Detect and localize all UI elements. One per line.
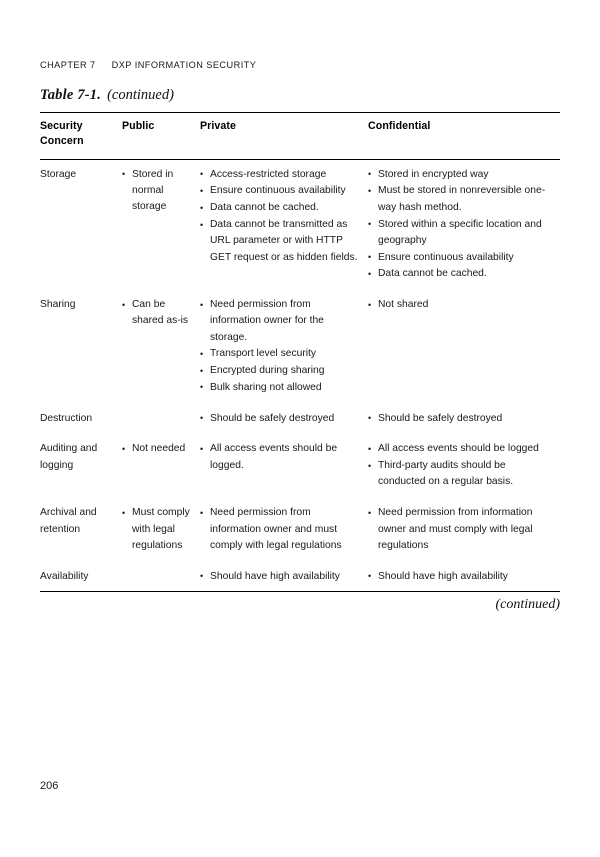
cell-private: Need permission from information owner f… xyxy=(200,290,368,404)
private-bullet-list: Need permission from information owner a… xyxy=(200,505,360,554)
table-caption: Table 7-1. (continued) xyxy=(40,87,174,104)
cell-public: Stored in normal storage xyxy=(122,159,200,290)
table-row: Sharing Can be shared as-isNeed permissio… xyxy=(40,290,560,404)
page-number: 206 xyxy=(40,780,59,792)
bullet-item: Transport level security xyxy=(200,346,360,362)
table-footer: (continued) xyxy=(40,597,560,623)
cell-security-concern: Destruction xyxy=(40,412,93,424)
private-bullet-list: Access-restricted storageEnsure continuo… xyxy=(200,166,360,266)
running-head: CHAPTER 7 DXP INFORMATION SECURITY xyxy=(40,60,256,70)
bullet-item: Should be safely destroyed xyxy=(200,410,360,427)
public-bullet-list: Can be shared as-is xyxy=(122,297,192,330)
public-bullet-list: Not needed xyxy=(122,441,192,457)
cell-security-concern: Availability xyxy=(40,561,122,593)
running-head-chapter: CHAPTER 7 xyxy=(40,60,96,70)
document-page: CHAPTER 7 DXP INFORMATION SECURITY Table … xyxy=(0,0,600,857)
cell-confidential: All access events should be loggedThird-… xyxy=(368,434,560,498)
bullet-item: Access-restricted storage xyxy=(200,166,360,183)
table-caption-continued: (continued) xyxy=(107,87,174,103)
cell-private: Should have high availability xyxy=(200,561,368,593)
bullet-item: Not needed xyxy=(122,441,192,457)
bullet-item: Must comply with legal regulations xyxy=(122,505,192,554)
bullet-item: Stored in normal storage xyxy=(122,166,192,216)
bullet-item: Encrypted during sharing xyxy=(200,363,360,379)
private-bullet-list: All access events should be logged. xyxy=(200,441,360,474)
column-header-security-concern: Security Concern xyxy=(40,112,122,160)
running-head-title: DXP INFORMATION SECURITY xyxy=(111,60,257,70)
cell-public: Must comply with legal regulations xyxy=(122,498,200,561)
cell-confidential: Should be safely destroyed xyxy=(368,404,560,435)
bullet-item: Ensure continuous availability xyxy=(368,249,552,266)
table-row: Auditing and logging Not needed All access… xyxy=(40,434,560,498)
bullet-item: Should be safely destroyed xyxy=(368,410,552,427)
bullet-item: Must be stored in nonreversible one-way … xyxy=(368,183,552,216)
private-bullet-list: Should be safely destroyed xyxy=(200,410,360,427)
bullet-item: Third-party audits should be conducted o… xyxy=(368,458,552,491)
table-row: Destruction Should be safely destroyed Sho… xyxy=(40,404,560,435)
column-header-security-concern-line2: Concern xyxy=(40,135,84,148)
security-concerns-table: Security Concern Public Private Confiden… xyxy=(40,112,560,593)
cell-confidential: Should have high availability xyxy=(368,561,560,593)
cell-confidential: Need permission from information owner a… xyxy=(368,498,560,561)
bullet-item: Data cannot be cached. xyxy=(368,266,552,282)
bullet-item: Need permission from information owner f… xyxy=(200,297,360,346)
column-header-confidential: Confidential xyxy=(368,112,560,160)
cell-private: All access events should be logged. xyxy=(200,434,368,498)
bullet-item: Should have high availability xyxy=(368,568,552,585)
bullet-item: Stored in encrypted way xyxy=(368,166,552,183)
table-header-row: Security Concern Public Private Confiden… xyxy=(40,112,560,160)
bullet-item: All access events should be logged. xyxy=(200,441,360,474)
bullet-item: Need permission from information owner a… xyxy=(368,505,552,554)
cell-public: Not needed xyxy=(122,434,200,498)
bullet-item: Ensure continuous availability xyxy=(200,183,360,199)
confidential-bullet-list: Need permission from information owner a… xyxy=(368,505,552,554)
private-bullet-list: Should have high availability xyxy=(200,568,360,585)
table-header: Security Concern Public Private Confiden… xyxy=(40,112,560,160)
bullet-item: Need permission from information owner a… xyxy=(200,505,360,554)
cell-security-concern: Storage xyxy=(40,168,77,180)
table-body: StorageStored in normal storageAccess-re… xyxy=(40,159,560,593)
table-caption-label: Table 7-1. xyxy=(40,87,102,103)
column-header-private: Private xyxy=(200,112,368,160)
public-bullet-list: Must comply with legal regulations xyxy=(122,505,192,554)
bullet-item: Bulk sharing not allowed xyxy=(200,379,360,396)
confidential-bullet-list: Not shared xyxy=(368,297,552,313)
bullet-item: Data cannot be cached. xyxy=(200,200,360,216)
public-bullet-list: Stored in normal storage xyxy=(122,166,192,216)
bullet-item: Data cannot be transmitted as URL parame… xyxy=(200,217,360,266)
column-header-public: Public xyxy=(122,112,200,160)
table-row: Archival and retention Must comply with l… xyxy=(40,498,560,561)
cell-security-concern: Auditing and logging xyxy=(40,443,98,471)
bullet-item: Can be shared as-is xyxy=(122,297,192,330)
table-row: StorageStored in normal storageAccess-re… xyxy=(40,159,560,290)
bullet-item: Stored within a specific location and ge… xyxy=(368,216,552,250)
cell-confidential: Stored in encrypted wayMust be stored in… xyxy=(368,159,560,290)
table-row: Availability Should have high availabilit… xyxy=(40,561,560,593)
cell-public xyxy=(122,561,200,593)
cell-private: Access-restricted storageEnsure continuo… xyxy=(200,159,368,290)
cell-security-concern: Archival and retention xyxy=(40,507,97,535)
confidential-bullet-list: Stored in encrypted wayMust be stored in… xyxy=(368,166,552,283)
cell-private: Should be safely destroyed xyxy=(200,404,368,435)
cell-security-concern: Sharing xyxy=(40,299,76,311)
confidential-bullet-list: All access events should be loggedThird-… xyxy=(368,441,552,490)
column-header-security-concern-line1: Security xyxy=(40,120,83,132)
bullet-item: All access events should be logged xyxy=(368,441,552,457)
cell-confidential: Not shared xyxy=(368,290,560,404)
security-concerns-table-wrapper: Security Concern Public Private Confiden… xyxy=(40,112,560,623)
cell-public: Can be shared as-is xyxy=(122,290,200,404)
confidential-bullet-list: Should be safely destroyed xyxy=(368,410,552,427)
table-continued-note: (continued) xyxy=(495,597,560,613)
confidential-bullet-list: Should have high availability xyxy=(368,568,552,585)
cell-public xyxy=(122,404,200,435)
private-bullet-list: Need permission from information owner f… xyxy=(200,297,360,396)
bullet-item: Not shared xyxy=(368,297,552,313)
bullet-item: Should have high availability xyxy=(200,568,360,585)
cell-private: Need permission from information owner a… xyxy=(200,498,368,561)
